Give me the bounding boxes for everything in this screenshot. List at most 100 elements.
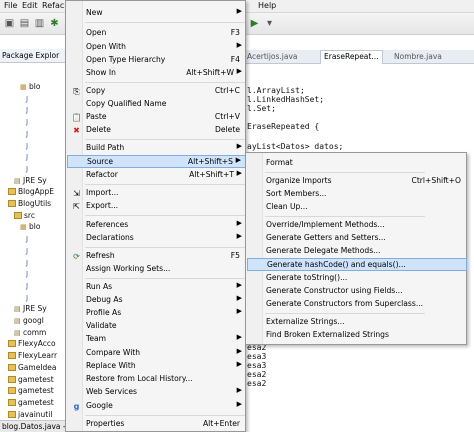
- context-menu-item-refactor[interactable]: Refactor Alt+Shift+T ▶: [67, 169, 246, 182]
- tree-item[interactable]: gametest: [8, 385, 54, 397]
- source-menu-item-organize-imports[interactable]: Organize Imports Ctrl+Shift+O: [247, 175, 467, 188]
- source-menu-item-generate-hashcode-and-equals[interactable]: Generate hashCode() and equals()...: [247, 258, 467, 271]
- source-menu-item-generate-tostring[interactable]: Generate toString()...: [247, 272, 467, 285]
- new-icon[interactable]: ▣: [3, 17, 16, 30]
- context-menu-item-replace-with[interactable]: Replace With ▶: [67, 360, 246, 373]
- tree-item[interactable]: ▤ JRE Sy: [14, 175, 47, 187]
- context-menu-item-profile-as[interactable]: Profile As ▶: [67, 307, 246, 320]
- context-menu-item-delete[interactable]: ✖ Delete Delete: [67, 124, 246, 137]
- tree-item[interactable]: J: [26, 268, 35, 280]
- context-menu-item-compare-with[interactable]: Compare With ▶: [67, 347, 246, 360]
- external-tools-icon[interactable]: ▾: [263, 17, 276, 30]
- tree-item[interactable]: ▤ googl: [14, 315, 44, 327]
- save-icon[interactable]: ▤: [18, 17, 31, 30]
- menu-edit[interactable]: Edit: [22, 1, 38, 10]
- print-icon[interactable]: ▥: [33, 17, 46, 30]
- context-menu-item-assign-working-sets[interactable]: Assign Working Sets...: [67, 263, 246, 276]
- tree-item[interactable]: J: [26, 292, 35, 304]
- tree-item[interactable]: BlogAppE: [8, 186, 54, 198]
- tree-item[interactable]: J: [26, 140, 35, 152]
- project-icon: [8, 200, 16, 207]
- tree-item[interactable]: J: [26, 280, 35, 292]
- tree-item[interactable]: J: [26, 128, 35, 140]
- context-menu-item-copy[interactable]: ⎘ Copy Ctrl+C: [67, 85, 246, 98]
- context-menu-item-references[interactable]: References ▶: [67, 219, 246, 232]
- editor-tab[interactable]: Acertijos.java: [247, 52, 298, 61]
- menu-item-shortcut: Ctrl+V: [214, 112, 240, 121]
- tree-item[interactable]: J: [26, 93, 35, 105]
- tree-item-label: blo: [29, 82, 41, 91]
- tree-item[interactable]: javainutil: [8, 409, 52, 421]
- menu-item-label: Refactor: [86, 170, 118, 179]
- tree-item[interactable]: gametest: [8, 374, 54, 386]
- tree-item[interactable]: J: [26, 233, 35, 245]
- context-menu-item-open-type-hierarchy[interactable]: Open Type Hierarchy F4: [67, 54, 246, 67]
- tree-item[interactable]: gametest: [8, 397, 54, 409]
- submenu-arrow-icon: ▶: [236, 219, 242, 227]
- tree-item[interactable]: FlexyAcco: [8, 338, 56, 350]
- tree-item[interactable]: BlogUtils: [8, 198, 51, 210]
- tree-item[interactable]: J: [26, 151, 35, 163]
- tree-item[interactable]: J: [26, 257, 35, 269]
- context-menu-item-paste[interactable]: 📋 Paste Ctrl+V: [67, 111, 246, 124]
- source-menu-item-find-broken-externalized-strings[interactable]: Find Broken Externalized Strings: [247, 329, 467, 342]
- editor-tab-active[interactable]: EraseRepeat...: [320, 50, 383, 64]
- context-menu-item-restore-from-local-history[interactable]: Restore from Local History...: [67, 373, 246, 386]
- tree-item[interactable]: J: [26, 163, 35, 175]
- menu-item-label: Source: [87, 157, 114, 166]
- context-menu-item-show-in[interactable]: Show In Alt+Shift+W ▶: [67, 67, 246, 80]
- source-menu-item-generate-constructors-from-superclass[interactable]: Generate Constructors from Superclass...: [247, 298, 467, 311]
- source-menu-item-clean-up[interactable]: Clean Up...: [247, 201, 467, 214]
- tree-item[interactable]: ▤ comm: [14, 327, 46, 339]
- menu-item-shortcut: F4: [230, 55, 240, 64]
- tree-item[interactable]: FlexyLearr: [8, 350, 57, 362]
- context-menu-item-source[interactable]: Source Alt+Shift+S ▶: [67, 155, 246, 168]
- context-menu-item-build-path[interactable]: Build Path ▶: [67, 142, 246, 155]
- menu-item-shortcut: Alt+Shift+W: [186, 68, 234, 77]
- source-menu-item-generate-constructor-using-fields[interactable]: Generate Constructor using Fields...: [247, 285, 467, 298]
- menu-separator: [85, 415, 245, 416]
- tree-item[interactable]: J: [26, 104, 35, 116]
- package-explorer-tab[interactable]: Package Explor: [0, 49, 65, 63]
- status-bar: blog.Datos.java - Blo: [0, 420, 66, 432]
- tree-item-label: gametest: [18, 374, 54, 384]
- context-menu-item-run-as[interactable]: Run As ▶: [67, 281, 246, 294]
- context-menu-item-google[interactable]: g Google ▶: [67, 400, 246, 413]
- menu-refactor[interactable]: Refac: [42, 1, 64, 10]
- context-menu-item-open[interactable]: Open F3: [67, 27, 246, 40]
- context-menu-item-web-services[interactable]: Web Services ▶: [67, 386, 246, 399]
- context-menu-item-open-with[interactable]: Open With ▶: [67, 41, 246, 54]
- context-menu-item-debug-as[interactable]: Debug As ▶: [67, 294, 246, 307]
- tree-item[interactable]: J: [26, 116, 35, 128]
- menu-item-label: Build Path: [86, 143, 125, 152]
- context-menu-item-validate[interactable]: Validate: [67, 320, 246, 333]
- source-menu-item-externalize-strings[interactable]: Externalize Strings...: [247, 316, 467, 329]
- tree-item[interactable]: ▦ blo: [20, 221, 40, 233]
- tree-item[interactable]: ▦ blo: [20, 81, 40, 93]
- tree-item[interactable]: ▤ JRE Sy: [14, 303, 47, 315]
- context-menu-item-refresh[interactable]: ⟳ Refresh F5: [67, 250, 246, 263]
- source-menu-item-format[interactable]: Format: [247, 157, 467, 170]
- context-menu-item-import[interactable]: ⇲ Import...: [67, 187, 246, 200]
- context-menu-item-properties[interactable]: Properties Alt+Enter: [67, 418, 246, 431]
- code-line: l.Set;: [247, 104, 276, 113]
- java-file-icon: J: [26, 246, 29, 255]
- tree-item[interactable]: src: [14, 210, 35, 222]
- source-menu-item-generate-getters-and-setters[interactable]: Generate Getters and Setters...: [247, 232, 467, 245]
- source-menu-item-generate-delegate-methods[interactable]: Generate Delegate Methods...: [247, 245, 467, 258]
- tree-item[interactable]: J: [26, 245, 35, 257]
- source-menu-item-override-implement-methods[interactable]: Override/Implement Methods...: [247, 219, 467, 232]
- run-icon[interactable]: ▶: [248, 17, 261, 30]
- menu-help[interactable]: Help: [258, 1, 276, 10]
- tree-item[interactable]: GameIdea: [8, 362, 57, 374]
- debug-icon[interactable]: ✱: [48, 17, 61, 30]
- menu-file[interactable]: File: [4, 1, 17, 10]
- context-menu-item-new[interactable]: New ▶: [67, 7, 246, 20]
- source-menu-item-sort-members[interactable]: Sort Members...: [247, 188, 467, 201]
- context-menu-item-export[interactable]: ⇱ Export...: [67, 200, 246, 213]
- context-menu-item-copy-qualified-name[interactable]: Copy Qualified Name: [67, 98, 246, 111]
- menu-item-label: Restore from Local History...: [86, 374, 193, 383]
- editor-tab[interactable]: Nombre.java: [394, 52, 442, 61]
- context-menu-item-team[interactable]: Team ▶: [67, 333, 246, 346]
- context-menu-item-declarations[interactable]: Declarations ▶: [67, 232, 246, 245]
